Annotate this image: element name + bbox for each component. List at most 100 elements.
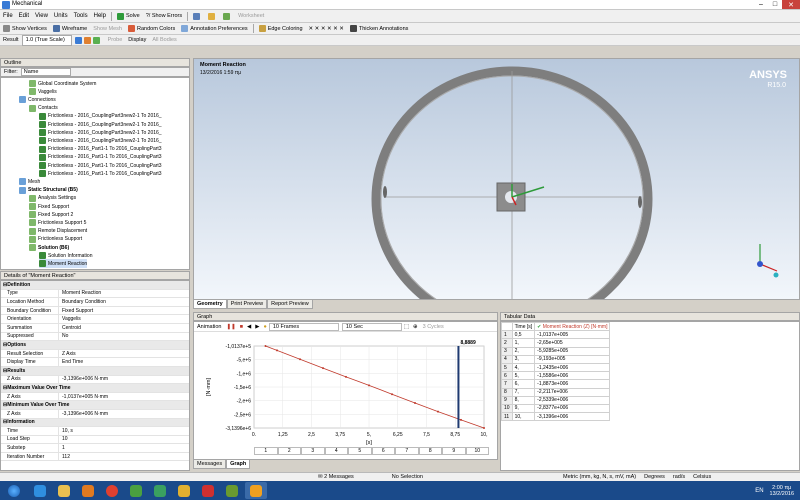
details-value[interactable]: No xyxy=(59,333,68,339)
minimize-button[interactable]: – xyxy=(754,0,768,9)
frames-select[interactable]: 10 Frames xyxy=(268,322,339,331)
details-value[interactable]: 10 xyxy=(59,436,68,442)
details-group[interactable]: ⊟ Results xyxy=(1,366,189,376)
details-value[interactable]: Moment Reaction xyxy=(59,290,101,296)
table-row[interactable]: 4 3, -9,193e+005 xyxy=(501,354,611,364)
zoom-icon[interactable]: ⊕ xyxy=(411,324,420,330)
table-row[interactable]: 5 4, -1,2435e+006 xyxy=(501,362,611,373)
tab-print-preview[interactable]: Print Preview xyxy=(226,300,268,309)
taskbar-ie[interactable] xyxy=(29,482,51,499)
menu-units[interactable]: Units xyxy=(51,13,71,19)
edge-coloring-dropdown[interactable]: Edge Coloring xyxy=(256,23,306,34)
time-cell[interactable]: 7 xyxy=(395,447,419,455)
time-cell[interactable]: 8 xyxy=(418,447,442,455)
details-group[interactable]: ⊟ Maximum Value Over Time xyxy=(1,384,189,393)
start-button[interactable] xyxy=(1,482,27,499)
table-row[interactable]: 2 1, -2,65e+005 xyxy=(501,338,611,348)
next-frame-icon[interactable]: ▶ xyxy=(253,324,261,330)
details-value[interactable]: -3,1396e+006 N·mm xyxy=(59,411,108,417)
result-scale-select[interactable]: 1.0 (True Scale) xyxy=(21,34,72,46)
time-cell[interactable]: 3 xyxy=(301,447,325,455)
worksheet-button[interactable]: Worksheet xyxy=(235,11,267,22)
table-row[interactable]: 6 5, -1,5586e+006 xyxy=(501,371,611,381)
details-value[interactable]: Boundary Condition xyxy=(59,299,106,305)
tree-item[interactable]: Frictionless - 2016_Part1-1 To 2016_Coup… xyxy=(39,169,162,178)
show-errors-button[interactable]: ?/ Show Errors xyxy=(143,11,185,22)
menu-edit[interactable]: Edit xyxy=(16,13,32,19)
language-indicator[interactable]: EN xyxy=(755,488,763,494)
taskbar-torrent[interactable] xyxy=(125,482,147,499)
table-row[interactable]: 1 0,5 -1,0137e+005 xyxy=(501,330,611,340)
details-value[interactable]: Vaggelis xyxy=(59,316,81,322)
show-mesh-button[interactable]: Show Mesh xyxy=(90,23,125,34)
probe-button[interactable]: Probe xyxy=(105,35,126,46)
col-time[interactable]: Time [s] xyxy=(511,321,536,332)
menu-help[interactable]: Help xyxy=(91,13,109,19)
previous-frame-icon[interactable]: ◀ xyxy=(245,324,253,330)
taskbar-app-red[interactable] xyxy=(197,482,219,499)
table-row[interactable]: 3 2, -5,9285e+005 xyxy=(501,346,611,356)
time-cell[interactable]: 10 xyxy=(465,447,489,455)
taskbar-explorer[interactable] xyxy=(53,482,75,499)
details-value[interactable]: Fixed Support xyxy=(59,308,93,314)
details-value[interactable]: Centroid xyxy=(59,325,81,331)
taskbar-mechanical[interactable] xyxy=(245,482,267,499)
details-group[interactable]: ⊟ Information xyxy=(1,418,189,428)
clock[interactable]: 2:00 πμ 13/2/2016 xyxy=(770,485,794,497)
comment-icon[interactable] xyxy=(205,11,220,22)
time-cell[interactable]: 4 xyxy=(324,447,348,455)
details-value[interactable]: -3,1396e+006 N·mm xyxy=(59,376,108,382)
time-cell[interactable]: 5 xyxy=(348,447,372,455)
menu-file[interactable]: File xyxy=(0,13,16,19)
new-section-plane-icon[interactable] xyxy=(190,11,205,22)
details-value[interactable]: 1 xyxy=(59,445,65,451)
annotation-preferences-button[interactable]: Annotation Preferences xyxy=(178,23,250,34)
menu-view[interactable]: View xyxy=(32,13,51,19)
close-button[interactable]: ✕ xyxy=(782,0,800,9)
details-group[interactable]: ⊟ Options xyxy=(1,341,189,350)
maximize-button[interactable]: □ xyxy=(768,0,782,9)
tab-graph[interactable]: Graph xyxy=(226,460,251,469)
details-value[interactable]: -1,0137e+005 N·mm xyxy=(59,394,108,400)
contour-icon[interactable] xyxy=(72,35,105,46)
tab-geometry[interactable]: Geometry xyxy=(193,300,227,309)
thicken-annotations-button[interactable]: Thicken Annotations xyxy=(347,23,412,34)
graphics-viewport[interactable]: Moment Reaction 13/2/2016 1:59 πμ ANSYS … xyxy=(193,58,800,300)
export-icon[interactable]: ⬚ xyxy=(402,324,411,330)
taskbar-ansys[interactable] xyxy=(173,482,195,499)
messages-status[interactable]: ✉ 2 Messages xyxy=(318,474,354,480)
tree-item[interactable]: Moment Reaction xyxy=(39,259,88,269)
details-value[interactable]: End Time xyxy=(59,359,83,365)
table-row[interactable]: 10 9, -2,8377e+006 xyxy=(501,403,611,414)
taskbar-chrome[interactable] xyxy=(101,482,123,499)
random-colors-button[interactable]: Random Colors xyxy=(125,23,178,34)
time-cell[interactable]: 1 xyxy=(254,447,278,455)
details-value[interactable]: 112 xyxy=(59,454,70,460)
show-vertices-button[interactable]: Show Vertices xyxy=(0,23,50,34)
time-cell[interactable]: 9 xyxy=(442,447,466,455)
stop-icon[interactable]: ■ xyxy=(238,324,245,330)
tab-messages[interactable]: Messages xyxy=(193,460,227,469)
image-icon[interactable] xyxy=(220,11,235,22)
col-moment[interactable]: ✔ Moment Reaction (Z) [N·mm] xyxy=(534,321,611,332)
all-bodies-select[interactable]: All Bodies xyxy=(149,35,179,46)
table-row[interactable]: 9 8, -2,5339e+006 xyxy=(501,395,611,405)
table-row[interactable]: 8 7, -2,2117e+006 xyxy=(501,387,611,397)
distributed-icon[interactable]: ● xyxy=(261,324,268,330)
details-group[interactable]: ⊟ Definition xyxy=(1,281,189,290)
duration-select[interactable]: 10 Sec xyxy=(341,322,402,331)
details-group[interactable]: ⊟ Minimum Value Over Time xyxy=(1,401,189,410)
taskbar-app-dm[interactable] xyxy=(221,482,243,499)
taskbar-media[interactable] xyxy=(77,482,99,499)
time-cell[interactable]: 2 xyxy=(277,447,301,455)
details-value[interactable]: 10, s xyxy=(59,428,73,434)
menu-tools[interactable]: Tools xyxy=(71,13,91,19)
wireframe-button[interactable]: Wireframe xyxy=(50,23,90,34)
filter-select[interactable]: Name xyxy=(20,68,71,76)
cycles-label[interactable]: 3 Cycles xyxy=(420,324,447,330)
edge-style-icon[interactable]: ✕ ✕ ✕ ✕ ✕ ✕ xyxy=(306,23,347,34)
time-cell[interactable]: 6 xyxy=(371,447,395,455)
table-row[interactable]: 11 10, -3,1396e+006 xyxy=(501,412,611,422)
table-row[interactable]: 7 6, -1,8873e+006 xyxy=(501,379,611,389)
taskbar-app-green[interactable] xyxy=(149,482,171,499)
